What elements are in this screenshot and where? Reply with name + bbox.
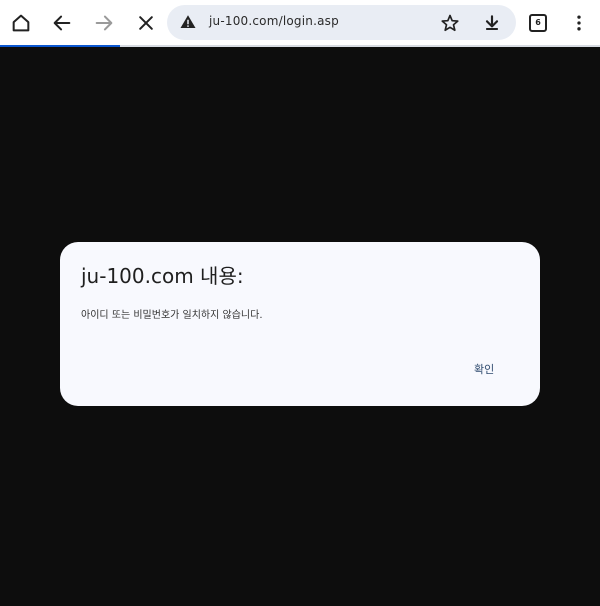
warning-icon[interactable] <box>179 13 197 31</box>
dialog-title: ju-100.com 내용: <box>81 264 244 288</box>
stop-loading-button[interactable] <box>129 6 163 40</box>
star-icon[interactable] <box>440 13 460 33</box>
address-bar[interactable]: ju-100.com/login.asp <box>167 5 516 40</box>
forward-arrow-icon <box>95 15 113 31</box>
download-icon[interactable] <box>482 13 502 33</box>
back-arrow-icon <box>53 15 71 31</box>
alert-dialog: ju-100.com 내용: 아이디 또는 비밀번호가 일치하지 않습니다. 확… <box>60 242 540 406</box>
back-button[interactable] <box>45 6 79 40</box>
progress-fill <box>0 45 120 47</box>
tab-switcher-button[interactable]: 6 <box>529 14 547 32</box>
forward-button[interactable] <box>87 6 121 40</box>
more-vert-icon <box>577 15 581 31</box>
page-load-progress <box>0 45 600 47</box>
home-icon <box>12 14 30 32</box>
menu-button[interactable] <box>562 6 596 40</box>
browser-toolbar: ju-100.com/login.asp 6 <box>0 0 600 46</box>
home-button[interactable] <box>4 6 38 40</box>
close-icon <box>139 16 153 30</box>
url-text[interactable]: ju-100.com/login.asp <box>209 14 339 28</box>
ok-button[interactable]: 확인 <box>474 361 494 377</box>
dialog-message: 아이디 또는 비밀번호가 일치하지 않습니다. <box>81 310 263 321</box>
